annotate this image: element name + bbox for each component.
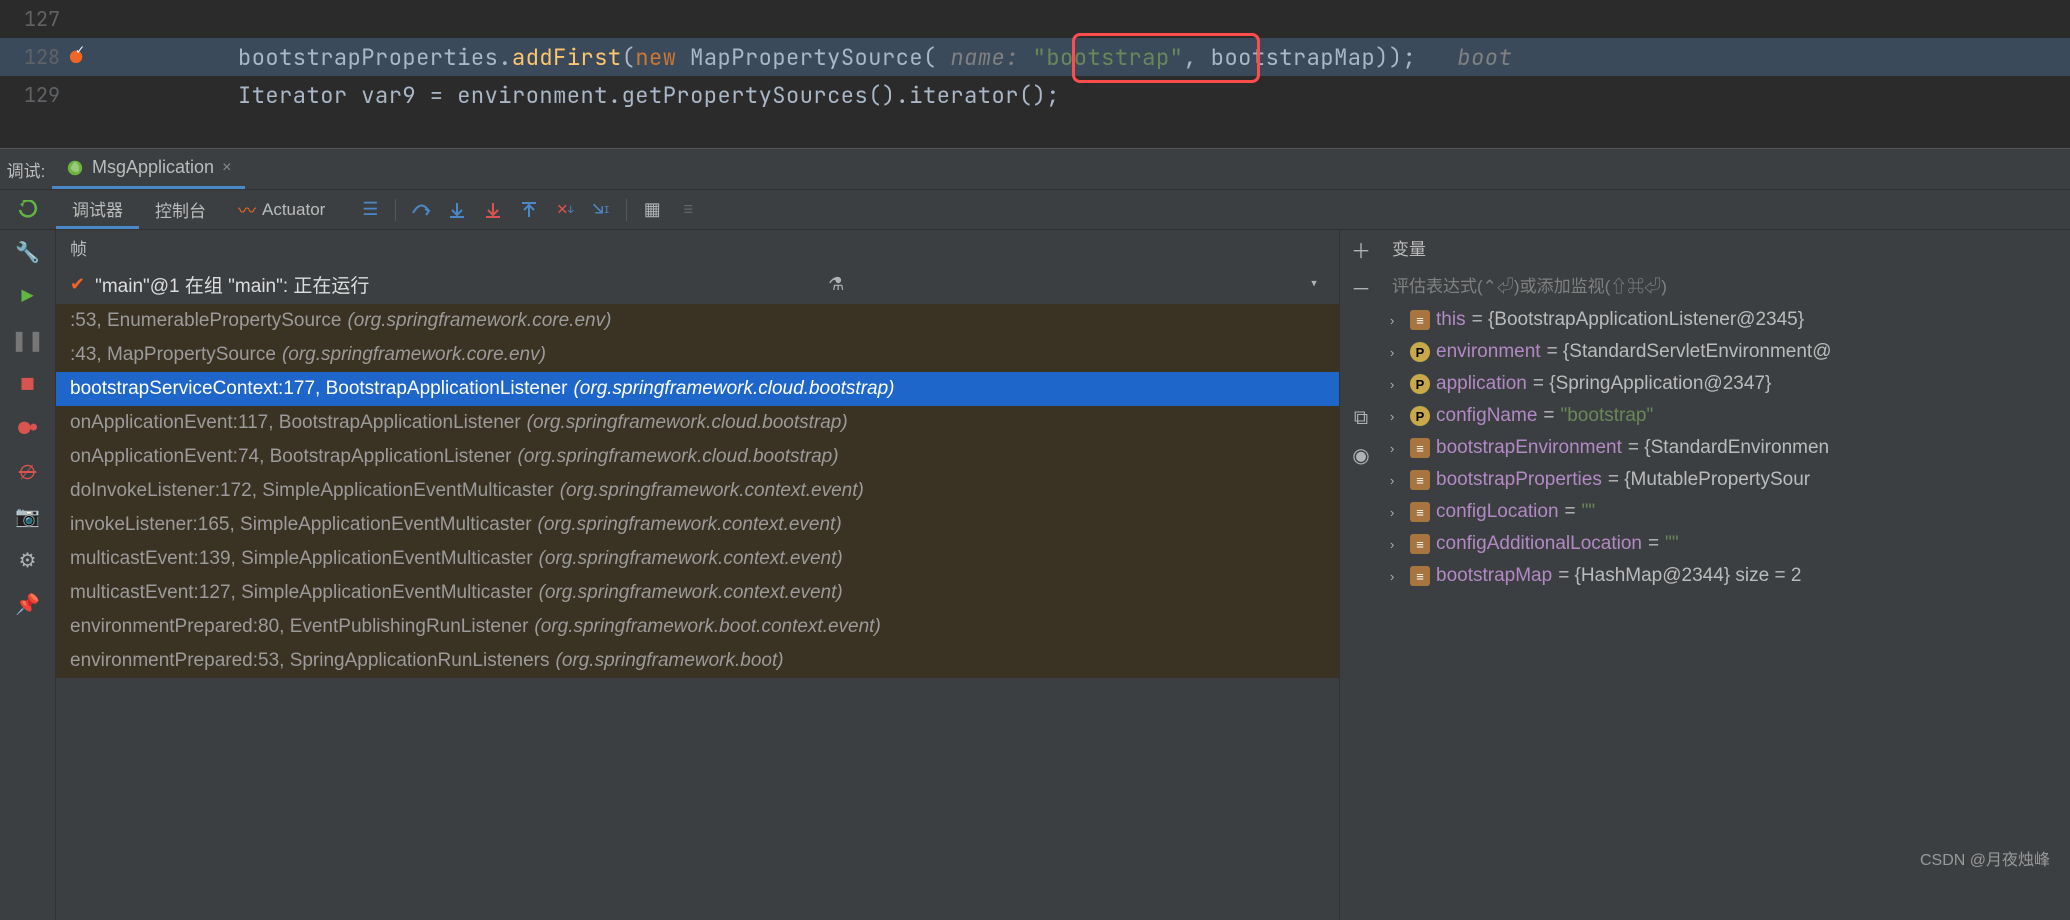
variable-row[interactable]: ›Penvironment = {StandardServletEnvironm…: [1382, 336, 2070, 368]
line-number: 129: [24, 82, 60, 108]
code-line[interactable]: 128 ● bootstrapProperties.addFirst(new M…: [0, 38, 2070, 76]
variable-row[interactable]: ›≡bootstrapProperties = {MutableProperty…: [1382, 464, 2070, 496]
wrench-icon[interactable]: 🔧: [12, 236, 44, 268]
step-over-icon[interactable]: [410, 199, 432, 221]
debug-label: 调试:: [0, 157, 52, 182]
stack-frame[interactable]: multicastEvent:139, SimpleApplicationEve…: [56, 542, 1339, 576]
highlight-box: [1072, 33, 1260, 83]
variables-panel: ＋ － ⧉ ◉ 变量 评估表达式(⌃⏎)或添加监视(⇧⌘⏎) ›≡this = …: [1340, 230, 2070, 920]
rerun-icon[interactable]: [17, 199, 39, 221]
filter-icon[interactable]: ⚗: [825, 273, 847, 295]
stack-frame[interactable]: environmentPrepared:53, SpringApplicatio…: [56, 644, 1339, 678]
watermark: CSDN @月夜烛峰: [1920, 846, 2050, 870]
watch-icon[interactable]: ◉: [1348, 442, 1374, 468]
dropdown-icon[interactable]: ▾: [1303, 273, 1325, 295]
run-to-cursor-icon[interactable]: ↘I: [590, 199, 612, 221]
line-number: 128: [24, 44, 60, 70]
camera-icon[interactable]: 📷: [12, 500, 44, 532]
variables-list[interactable]: ›≡this = {BootstrapApplicationListener@2…: [1382, 304, 2070, 592]
debug-toolbar: 调试器 控制台 〰 Actuator ☰ ✕↓ ↘I ▦ ≡: [0, 190, 2070, 230]
breakpoints-icon[interactable]: ● ●: [12, 412, 44, 444]
code-line[interactable]: 127: [0, 0, 2070, 38]
step-out-icon[interactable]: [518, 199, 540, 221]
evaluate-input[interactable]: 评估表达式(⌃⏎)或添加监视(⇧⌘⏎): [1382, 264, 2070, 304]
variable-row[interactable]: ›Papplication = {SpringApplication@2347}: [1382, 368, 2070, 400]
check-icon: ✔: [70, 273, 85, 296]
actuator-icon: 〰: [238, 197, 256, 223]
resume-icon[interactable]: ▶: [12, 280, 44, 312]
variable-row[interactable]: ›≡this = {BootstrapApplicationListener@2…: [1382, 304, 2070, 336]
pause-icon[interactable]: ❚❚: [12, 324, 44, 356]
run-config-name: MsgApplication: [92, 157, 214, 178]
mute-bp-icon[interactable]: ∅: [12, 456, 44, 488]
pin-icon[interactable]: 📌: [12, 588, 44, 620]
drop-frame-icon[interactable]: ✕↓: [554, 199, 576, 221]
threads-icon[interactable]: ☰: [359, 199, 381, 221]
evaluate-icon[interactable]: ▦: [641, 199, 663, 221]
code-editor[interactable]: 127 128 ● bootstrapProperties.addFirst(n…: [0, 0, 2070, 148]
stack-frame[interactable]: :43, MapPropertySource(org.springframewo…: [56, 338, 1339, 372]
remove-watch-icon[interactable]: －: [1348, 274, 1374, 300]
tab-console[interactable]: 控制台: [139, 190, 222, 229]
line-number: 127: [24, 6, 60, 32]
code-line[interactable]: 129 Iterator var9 = environment.getPrope…: [0, 76, 2070, 114]
close-icon[interactable]: ×: [222, 159, 231, 177]
spring-icon: [66, 159, 84, 177]
variable-row[interactable]: ›≡configLocation = "": [1382, 496, 2070, 528]
debug-side-strip: 🔧 ▶ ❚❚ ■ ● ● ∅ 📷 ⚙ 📌: [0, 230, 56, 920]
trace-icon[interactable]: ≡: [677, 199, 699, 221]
stop-icon[interactable]: ■: [12, 368, 44, 400]
tab-actuator[interactable]: 〰 Actuator: [222, 197, 341, 223]
stack-frame[interactable]: environmentPrepared:80, EventPublishingR…: [56, 610, 1339, 644]
frames-header: 帧: [56, 230, 1339, 264]
stack-frame[interactable]: multicastEvent:127, SimpleApplicationEve…: [56, 576, 1339, 610]
settings-icon[interactable]: ⚙: [12, 544, 44, 576]
frames-panel: 帧 ✔ "main"@1 在组 "main": 正在运行 ⚗ ▾ :53, En…: [56, 230, 1340, 920]
thread-name: "main"@1 在组 "main": 正在运行: [95, 271, 369, 298]
stack-frame[interactable]: bootstrapServiceContext:177, BootstrapAp…: [56, 372, 1339, 406]
debug-title-bar: 调试: MsgApplication ×: [0, 148, 2070, 190]
breakpoint-icon[interactable]: ●: [70, 44, 82, 70]
stack-frame[interactable]: doInvokeListener:172, SimpleApplicationE…: [56, 474, 1339, 508]
stack-frame[interactable]: onApplicationEvent:117, BootstrapApplica…: [56, 406, 1339, 440]
stack-frame[interactable]: :53, EnumerablePropertySource(org.spring…: [56, 304, 1339, 338]
variable-row[interactable]: ›≡bootstrapMap = {HashMap@2344} size = 2: [1382, 560, 2070, 592]
variable-row[interactable]: ›≡bootstrapEnvironment = {StandardEnviro…: [1382, 432, 2070, 464]
vars-header: 变量: [1382, 230, 2070, 264]
tab-debugger[interactable]: 调试器: [56, 190, 139, 229]
step-into-icon[interactable]: [446, 199, 468, 221]
variable-row[interactable]: ›PconfigName = "bootstrap": [1382, 400, 2070, 432]
run-config-tab[interactable]: MsgApplication ×: [52, 149, 245, 189]
force-step-into-icon[interactable]: [482, 199, 504, 221]
stack-list[interactable]: :53, EnumerablePropertySource(org.spring…: [56, 304, 1339, 678]
stack-frame[interactable]: onApplicationEvent:74, BootstrapApplicat…: [56, 440, 1339, 474]
variable-row[interactable]: ›≡configAdditionalLocation = "": [1382, 528, 2070, 560]
stack-frame[interactable]: invokeListener:165, SimpleApplicationEve…: [56, 508, 1339, 542]
thread-selector[interactable]: ✔ "main"@1 在组 "main": 正在运行 ⚗ ▾: [56, 264, 1339, 304]
copy-icon[interactable]: ⧉: [1348, 404, 1374, 430]
add-watch-icon[interactable]: ＋: [1348, 236, 1374, 262]
code-text: Iterator var9 = environment.getPropertyS…: [108, 81, 2070, 110]
